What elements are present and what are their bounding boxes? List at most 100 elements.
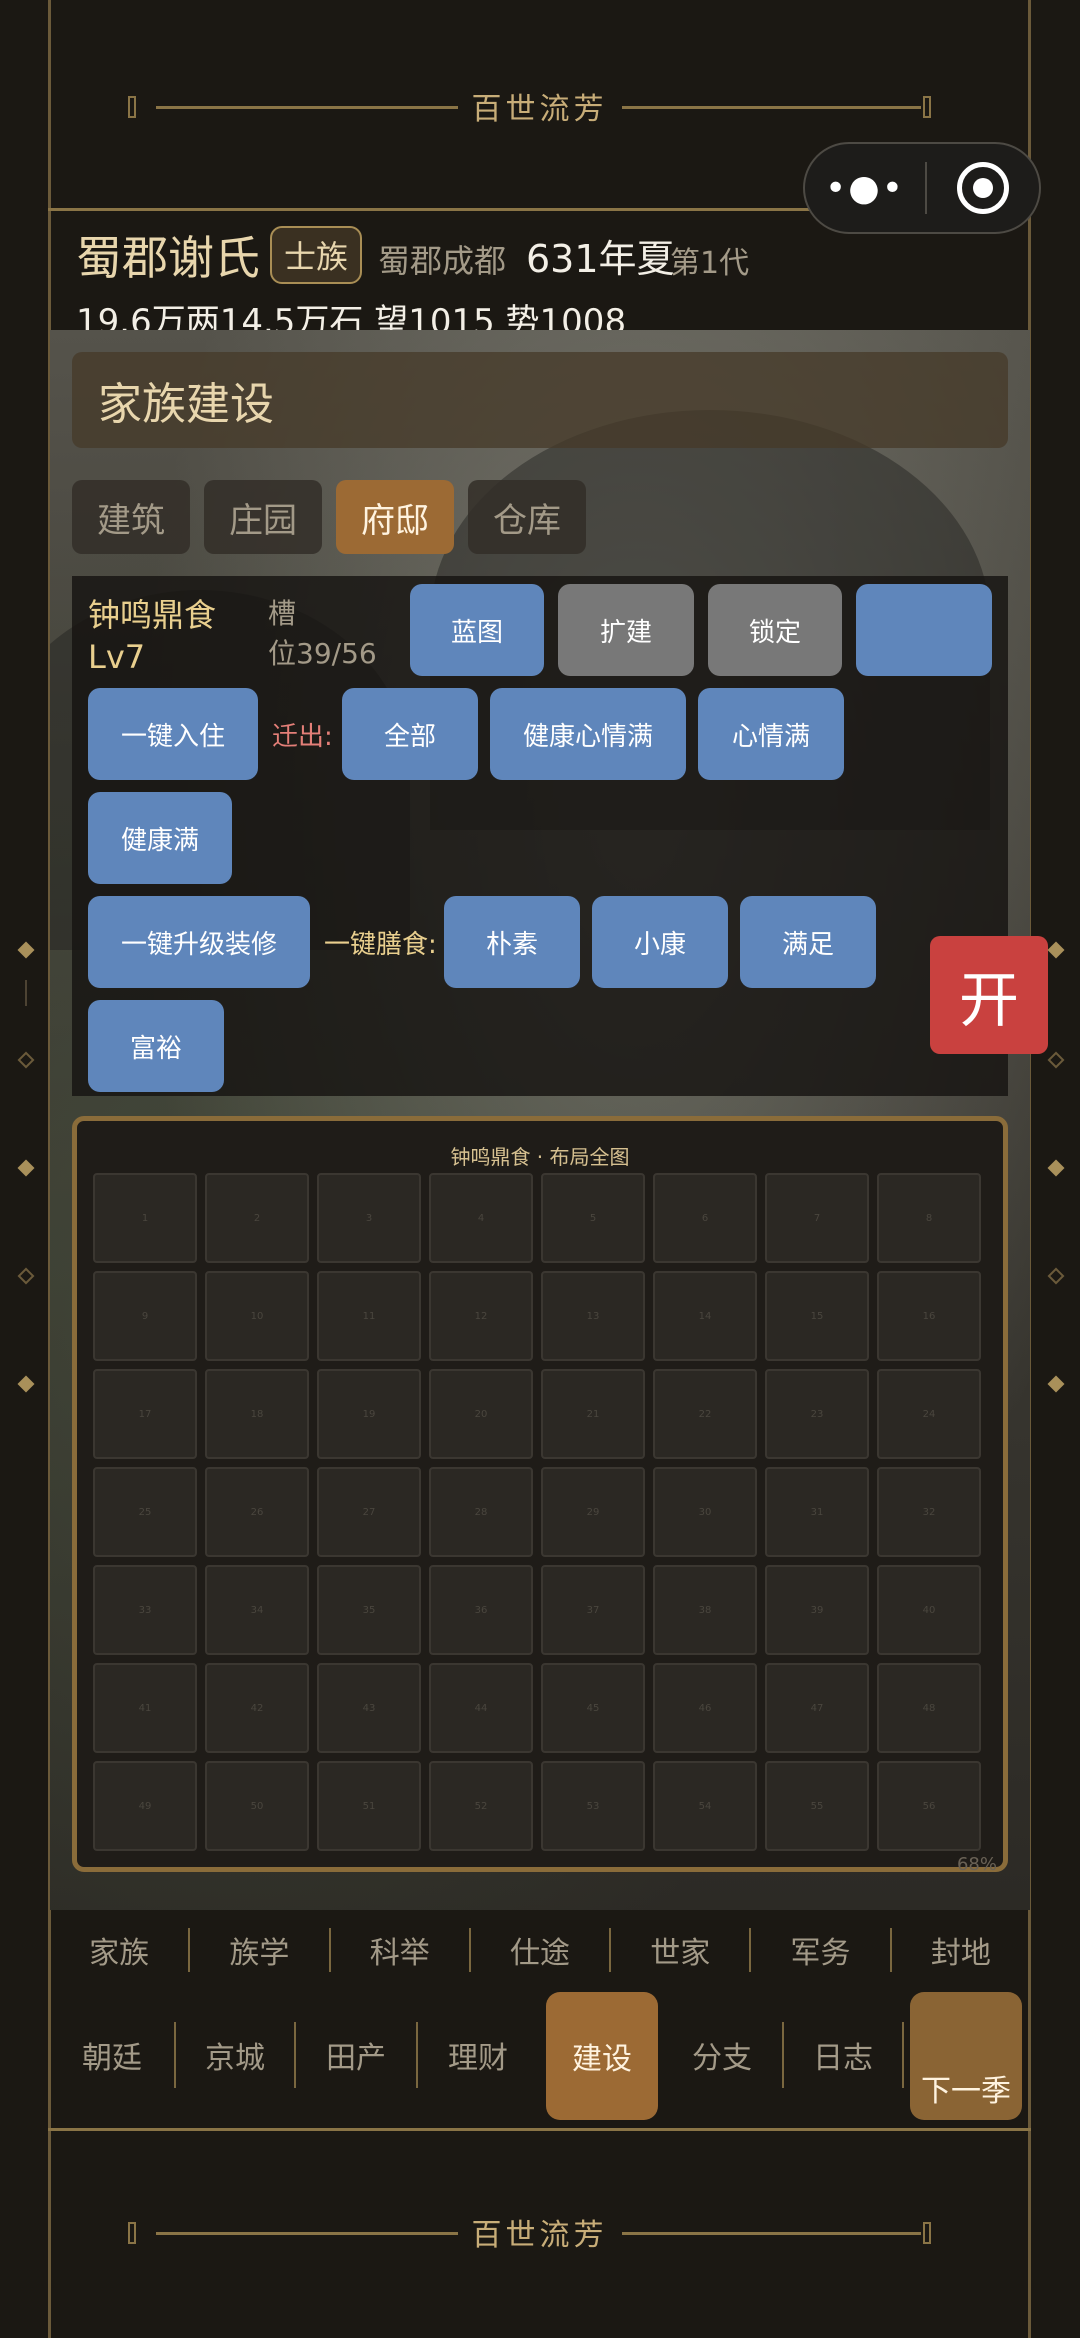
record-outer bbox=[957, 162, 1009, 214]
layout-cell[interactable]: 1 bbox=[93, 1173, 197, 1263]
record-inner bbox=[973, 178, 993, 198]
move-out-all-button[interactable]: 全部 bbox=[342, 688, 478, 780]
layout-cell[interactable]: 34 bbox=[205, 1565, 309, 1655]
layout-cell[interactable]: 9 bbox=[93, 1271, 197, 1361]
move-out-health-button[interactable]: 健康满 bbox=[88, 792, 232, 884]
layout-cell[interactable]: 31 bbox=[765, 1467, 869, 1557]
top-title: 百世流芳 bbox=[457, 84, 622, 128]
layout-cell[interactable]: 17 bbox=[93, 1369, 197, 1459]
layout-cell[interactable]: 10 bbox=[205, 1271, 309, 1361]
nav-exam[interactable]: 科举 bbox=[331, 1928, 471, 1972]
nav-court[interactable]: 朝廷 bbox=[50, 2022, 176, 2088]
layout-cell[interactable]: 4 bbox=[429, 1173, 533, 1263]
nav-log[interactable]: 日志 bbox=[784, 2022, 904, 2088]
nav-branch[interactable]: 分支 bbox=[662, 2022, 784, 2088]
move-out-mood-button[interactable]: 心情满 bbox=[698, 688, 844, 780]
layout-cell[interactable]: 47 bbox=[765, 1663, 869, 1753]
tab-manor[interactable]: 庄园 bbox=[204, 480, 322, 554]
meal-satisfied-button[interactable]: 满足 bbox=[740, 896, 876, 988]
band-rule-left bbox=[156, 106, 466, 109]
more-dots-icon[interactable]: •●• bbox=[805, 168, 925, 209]
ornament-right bbox=[1047, 1051, 1065, 1069]
layout-cell[interactable]: 37 bbox=[541, 1565, 645, 1655]
layout-cell[interactable]: 33 bbox=[93, 1565, 197, 1655]
tab-buildings[interactable]: 建筑 bbox=[72, 480, 190, 554]
layout-cell[interactable]: 56 bbox=[877, 1761, 981, 1851]
layout-cell[interactable]: 39 bbox=[765, 1565, 869, 1655]
clan-generation: 第1代 bbox=[670, 246, 750, 281]
meal-rich-button[interactable]: 富裕 bbox=[88, 1000, 224, 1092]
layout-cell[interactable]: 41 bbox=[93, 1663, 197, 1753]
layout-cell[interactable]: 15 bbox=[765, 1271, 869, 1361]
layout-cell[interactable]: 44 bbox=[429, 1663, 533, 1753]
layout-cell[interactable]: 5 bbox=[541, 1173, 645, 1263]
layout-cell[interactable]: 2 bbox=[205, 1173, 309, 1263]
layout-cell[interactable]: 6 bbox=[653, 1173, 757, 1263]
tab-mansion[interactable]: 府邸 bbox=[336, 480, 454, 554]
layout-cell[interactable]: 48 bbox=[877, 1663, 981, 1753]
layout-cell[interactable]: 22 bbox=[653, 1369, 757, 1459]
nav-school[interactable]: 族学 bbox=[190, 1928, 331, 1972]
nav-families[interactable]: 世家 bbox=[611, 1928, 752, 1972]
layout-cell[interactable]: 20 bbox=[429, 1369, 533, 1459]
layout-cell[interactable]: 52 bbox=[429, 1761, 533, 1851]
layout-cell[interactable]: 25 bbox=[93, 1467, 197, 1557]
layout-cell[interactable]: 14 bbox=[653, 1271, 757, 1361]
nav-construction[interactable]: 建设 bbox=[546, 1992, 658, 2120]
layout-cell[interactable]: 50 bbox=[205, 1761, 309, 1851]
layout-cell[interactable]: 21 bbox=[541, 1369, 645, 1459]
layout-cell[interactable]: 42 bbox=[205, 1663, 309, 1753]
layout-cell[interactable]: 27 bbox=[317, 1467, 421, 1557]
nav-military[interactable]: 军务 bbox=[751, 1928, 892, 1972]
layout-cell[interactable]: 55 bbox=[765, 1761, 869, 1851]
layout-cell[interactable]: 46 bbox=[653, 1663, 757, 1753]
layout-cell[interactable]: 29 bbox=[541, 1467, 645, 1557]
blueprint-button[interactable]: 蓝图 bbox=[410, 584, 544, 676]
nav-finance[interactable]: 理财 bbox=[418, 2022, 538, 2088]
move-out-health-mood-button[interactable]: 健康心情满 bbox=[490, 688, 686, 780]
expand-button[interactable]: 扩建 bbox=[558, 584, 694, 676]
layout-cell[interactable]: 53 bbox=[541, 1761, 645, 1851]
lock-button[interactable]: 锁定 bbox=[708, 584, 842, 676]
tab-warehouse[interactable]: 仓库 bbox=[468, 480, 586, 554]
open-button[interactable]: 开 bbox=[930, 936, 1048, 1054]
layout-cell[interactable]: 7 bbox=[765, 1173, 869, 1263]
layout-cell[interactable]: 16 bbox=[877, 1271, 981, 1361]
meal-moderate-button[interactable]: 小康 bbox=[592, 896, 728, 988]
nav-career[interactable]: 仕途 bbox=[471, 1928, 612, 1972]
layout-cell[interactable]: 54 bbox=[653, 1761, 757, 1851]
layout-cell[interactable]: 36 bbox=[429, 1565, 533, 1655]
nav-clan[interactable]: 家族 bbox=[50, 1928, 191, 1972]
layout-cell[interactable]: 13 bbox=[541, 1271, 645, 1361]
layout-cell[interactable]: 12 bbox=[429, 1271, 533, 1361]
layout-cell[interactable]: 49 bbox=[93, 1761, 197, 1851]
layout-cell[interactable]: 11 bbox=[317, 1271, 421, 1361]
layout-cell[interactable]: 19 bbox=[317, 1369, 421, 1459]
layout-cell[interactable]: 45 bbox=[541, 1663, 645, 1753]
layout-cell[interactable]: 35 bbox=[317, 1565, 421, 1655]
layout-cell[interactable]: 24 bbox=[877, 1369, 981, 1459]
layout-cell[interactable]: 23 bbox=[765, 1369, 869, 1459]
layout-cell[interactable]: 38 bbox=[653, 1565, 757, 1655]
record-circle-icon[interactable] bbox=[927, 162, 1039, 214]
nav-capital[interactable]: 京城 bbox=[176, 2022, 296, 2088]
layout-cell[interactable]: 43 bbox=[317, 1663, 421, 1753]
layout-cell[interactable]: 40 bbox=[877, 1565, 981, 1655]
upgrade-decor-button[interactable]: 一键升级装修 bbox=[88, 896, 310, 988]
meal-plain-button[interactable]: 朴素 bbox=[444, 896, 580, 988]
move-in-button[interactable]: 一键入住 bbox=[88, 688, 258, 780]
nav-estate[interactable]: 田产 bbox=[296, 2022, 418, 2088]
layout-cell[interactable]: 28 bbox=[429, 1467, 533, 1557]
layout-cell[interactable]: 3 bbox=[317, 1173, 421, 1263]
layout-cell[interactable]: 8 bbox=[877, 1173, 981, 1263]
layout-cell[interactable]: 30 bbox=[653, 1467, 757, 1557]
layout-grid: 1 2 3 4 5 6 7 8 9 10 11 12 13 14 15 16 17 18 19 20 21 22 23 24 2… bbox=[93, 1173, 981, 1851]
nav-fief[interactable]: 封地 bbox=[892, 1928, 1030, 1972]
layout-cell[interactable]: 32 bbox=[877, 1467, 981, 1557]
blank-button[interactable] bbox=[856, 584, 992, 676]
band-cap-left bbox=[128, 2222, 136, 2244]
layout-cell[interactable]: 51 bbox=[317, 1761, 421, 1851]
layout-cell[interactable]: 18 bbox=[205, 1369, 309, 1459]
next-season-button[interactable]: 下一季 bbox=[910, 1992, 1022, 2120]
layout-cell[interactable]: 26 bbox=[205, 1467, 309, 1557]
